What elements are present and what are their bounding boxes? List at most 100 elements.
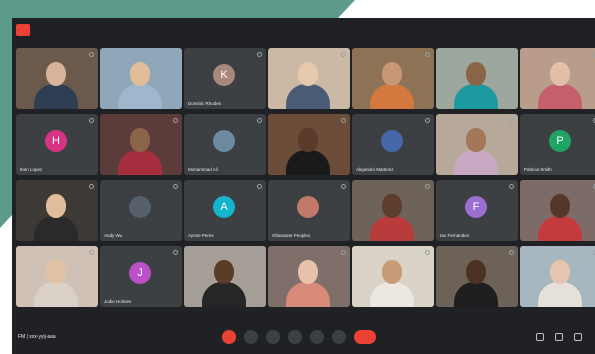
participant-tile[interactable]: [184, 246, 266, 307]
person-body: [538, 282, 582, 307]
participant-name: Andy Wu: [104, 233, 123, 238]
mic-status-icon: [341, 118, 346, 123]
person-face: [466, 128, 486, 152]
participant-tile[interactable]: [100, 114, 182, 175]
mic-status-icon: [257, 250, 262, 255]
person-body: [538, 216, 582, 241]
person-face: [466, 62, 486, 86]
mic-status-icon: [173, 118, 178, 123]
mic-status-icon: [89, 52, 94, 57]
avatar: F: [465, 196, 487, 218]
participant-name: Alejandro Martinez: [356, 167, 394, 172]
person-face: [298, 128, 318, 152]
participant-name: Dominic Rhodes: [188, 101, 222, 106]
person-body: [286, 150, 330, 175]
participant-tile[interactable]: [520, 48, 595, 109]
participant-tile[interactable]: [16, 48, 98, 109]
participant-tile[interactable]: [100, 48, 182, 109]
mic-status-icon: [257, 184, 262, 189]
present-icon[interactable]: [310, 330, 324, 344]
mic-status-icon: [341, 52, 346, 57]
participant-tile[interactable]: Alejandro Martinez: [352, 114, 434, 175]
mic-status-icon: [425, 52, 430, 57]
participant-tile[interactable]: [352, 246, 434, 307]
activities-icon[interactable]: [574, 333, 582, 341]
avatar: K: [213, 64, 235, 86]
person-face: [550, 62, 570, 86]
captions-icon[interactable]: [266, 330, 280, 344]
participant-tile[interactable]: H Iben Lopez: [16, 114, 98, 175]
video-feed: [436, 114, 518, 175]
participant-tile[interactable]: [352, 180, 434, 241]
more-icon[interactable]: [332, 330, 346, 344]
participant-tile[interactable]: Ghassane Peoples: [268, 180, 350, 241]
person-body: [370, 84, 414, 109]
participant-name: Iben Lopez: [20, 167, 43, 172]
person-body: [34, 216, 78, 241]
meeting-details: FM | xxx-yyij-aaa: [18, 334, 56, 340]
avatar: P: [549, 130, 571, 152]
mic-status-icon: [509, 118, 514, 123]
participant-tile[interactable]: [436, 114, 518, 175]
participant-tile[interactable]: Muhammad Ali: [184, 114, 266, 175]
participant-tile[interactable]: Andy Wu: [100, 180, 182, 241]
mic-status-icon: [89, 250, 94, 255]
video-feed: [268, 246, 350, 307]
mic-status-icon: [89, 118, 94, 123]
participant-tile[interactable]: [16, 246, 98, 307]
person-face: [550, 194, 570, 218]
person-face: [46, 194, 66, 218]
participant-tile[interactable]: [436, 246, 518, 307]
person-body: [538, 84, 582, 109]
raise-hand-icon[interactable]: [288, 330, 302, 344]
participant-tile[interactable]: K Dominic Rhodes: [184, 48, 266, 109]
mic-icon[interactable]: [222, 330, 236, 344]
avatar: [213, 130, 235, 152]
mic-status-icon: [257, 118, 262, 123]
camera-icon[interactable]: [244, 330, 258, 344]
video-feed: [184, 246, 266, 307]
participant-tile[interactable]: [520, 180, 595, 241]
people-icon[interactable]: [555, 333, 563, 341]
end-call-icon[interactable]: [354, 330, 376, 344]
person-face: [46, 62, 66, 86]
participant-tile[interactable]: P Patricia Smith: [520, 114, 595, 175]
participant-tile[interactable]: [352, 48, 434, 109]
participant-tile[interactable]: [520, 246, 595, 307]
person-face: [130, 62, 150, 86]
person-face: [550, 260, 570, 284]
person-body: [34, 84, 78, 109]
participant-tile[interactable]: [436, 48, 518, 109]
video-feed: [352, 180, 434, 241]
mic-status-icon: [173, 52, 178, 57]
participant-tile[interactable]: [268, 48, 350, 109]
avatar: [297, 196, 319, 218]
person-face: [382, 194, 402, 218]
participant-tile[interactable]: [268, 114, 350, 175]
participant-name: Jodie Holmes: [104, 299, 132, 304]
participant-tile[interactable]: J Jodie Holmes: [100, 246, 182, 307]
info-icon[interactable]: [536, 333, 544, 341]
mic-status-icon: [509, 52, 514, 57]
participant-name: Ghassane Peoples: [272, 233, 311, 238]
person-body: [370, 282, 414, 307]
participant-tile[interactable]: A Aynne Peres: [184, 180, 266, 241]
video-feed: [100, 114, 182, 175]
mic-status-icon: [257, 52, 262, 57]
video-feed: [16, 246, 98, 307]
participant-tile[interactable]: F Ian Fernandes: [436, 180, 518, 241]
person-body: [286, 282, 330, 307]
person-face: [130, 128, 150, 152]
video-feed: [16, 180, 98, 241]
video-feed: [520, 246, 595, 307]
mic-status-icon: [425, 184, 430, 189]
participant-grid: K Dominic Rhodes H Iben Lopez Muhammad Ali Al…: [16, 48, 595, 308]
avatar: [381, 130, 403, 152]
avatar: H: [45, 130, 67, 152]
participant-tile[interactable]: [268, 246, 350, 307]
video-feed: [100, 48, 182, 109]
participant-tile[interactable]: [16, 180, 98, 241]
person-body: [118, 150, 162, 175]
video-feed: [436, 48, 518, 109]
person-body: [454, 282, 498, 307]
